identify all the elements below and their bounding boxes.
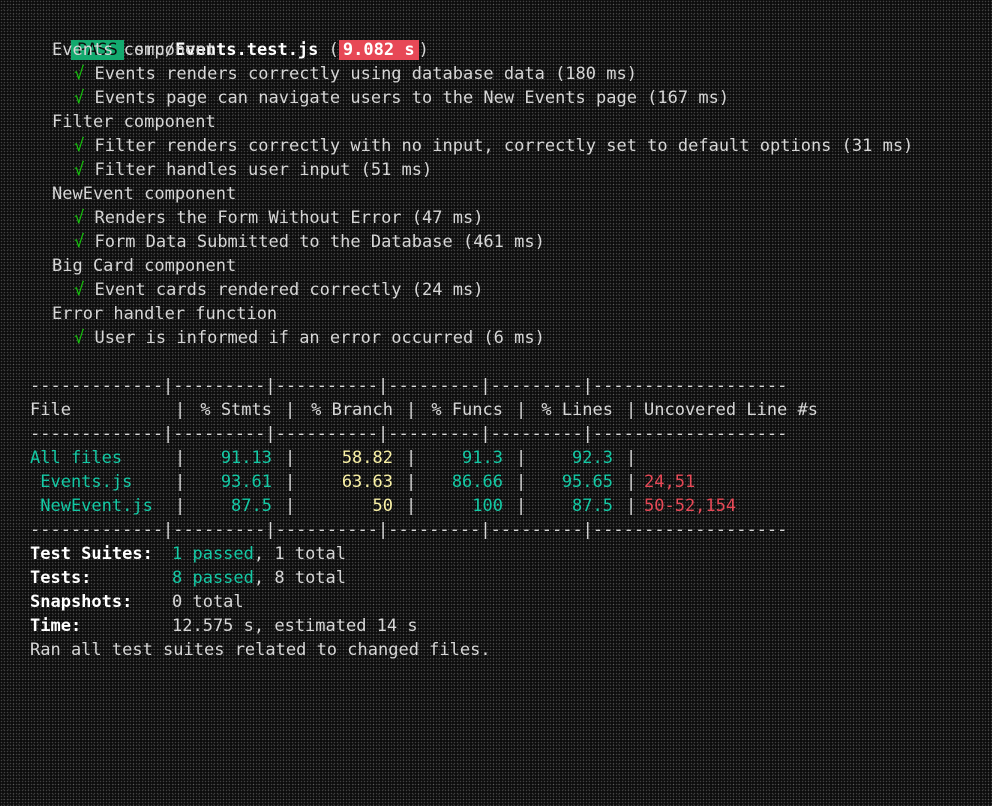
coverage-funcs: 86.66 — [451, 472, 503, 492]
coverage-stmts: 93.61 — [220, 472, 272, 492]
test-result: √ Filter renders correctly with no input… — [74, 134, 913, 158]
coverage-header-row: File | % Stmts | % Branch | % Funcs | % … — [30, 398, 860, 422]
test-result: √ Form Data Submitted to the Database (4… — [74, 230, 545, 254]
summary-time-value: 12.575 s, estimated 14 s — [172, 616, 418, 636]
test-result: √ Events renders correctly using databas… — [74, 62, 637, 86]
coverage-uncovered: 24,51 — [644, 472, 696, 492]
coverage-funcs: 100 — [472, 496, 503, 516]
test-file-header: PASS src/Events.test.js (9.082 s) — [30, 14, 429, 60]
test-result: √ Events page can navigate users to the … — [74, 86, 729, 110]
check-icon: √ — [74, 280, 85, 300]
summary-snapshots-value: 0 total — [172, 592, 244, 612]
check-icon: √ — [74, 160, 85, 180]
test-result: √ User is informed if an error occurred … — [74, 326, 545, 350]
test-description: Form Data Submitted to the Database (461… — [94, 232, 545, 252]
coverage-header-stmts: % Stmts — [200, 400, 272, 420]
coverage-pipe: | — [626, 400, 637, 420]
terminal-window: PASS src/Events.test.js (9.082 s) Events… — [0, 0, 992, 676]
suite-name: Filter component — [52, 112, 216, 132]
test-description: Renders the Form Without Error (47 ms) — [94, 208, 484, 228]
coverage-branch: 63.63 — [341, 472, 393, 492]
coverage-separator: -------------|---------|----------|-----… — [30, 520, 788, 540]
check-icon: √ — [74, 208, 85, 228]
coverage-stmts: 91.13 — [220, 448, 272, 468]
summary-suites-label: Test Suites: — [30, 544, 153, 564]
suite-name: Events component — [52, 40, 216, 60]
test-description: Event cards rendered correctly (24 ms) — [94, 280, 484, 300]
coverage-file: NewEvent.js — [30, 496, 153, 516]
coverage-funcs: 91.3 — [462, 448, 503, 468]
check-icon: √ — [74, 136, 85, 156]
summary-tests-total: , 8 total — [253, 568, 347, 588]
coverage-lines: 95.65 — [561, 472, 613, 492]
coverage-branch: 58.82 — [341, 448, 393, 468]
coverage-pipe: | — [626, 472, 637, 492]
suite-name: NewEvent component — [52, 184, 237, 204]
summary-tests-value: 8 passed, 8 total — [172, 566, 346, 590]
test-description: User is informed if an error occurred (6… — [94, 328, 545, 348]
summary-tests: Tests: 8 passed, 8 total — [30, 566, 930, 590]
coverage-pipe: | — [626, 448, 637, 468]
summary-tests-label: Tests: — [30, 568, 92, 588]
coverage-lines: 92.3 — [572, 448, 613, 468]
coverage-header-file: File — [30, 400, 71, 420]
coverage-row: All files | 91.13 | 58.82 | 91.3 | 92.3 … — [30, 446, 860, 470]
duration-badge: 9.082 s — [338, 40, 419, 60]
coverage-stmts: 87.5 — [231, 496, 272, 516]
coverage-row: NewEvent.js | 87.5 | 50 | 100 | 87.5 | 5… — [30, 494, 860, 518]
coverage-branch: 50 — [372, 496, 393, 516]
summary-snapshots-label: Snapshots: — [30, 592, 133, 612]
coverage-lines: 87.5 — [572, 496, 613, 516]
coverage-file: All files — [30, 448, 123, 468]
coverage-header-uncovered: Uncovered Line #s — [644, 400, 818, 420]
coverage-header-branch: % Branch — [311, 400, 393, 420]
duration-close-paren: ) — [418, 40, 429, 60]
duration-open-paren: ( — [328, 40, 339, 60]
test-description: Events page can navigate users to the Ne… — [94, 88, 730, 108]
suite-name: Big Card component — [52, 256, 237, 276]
test-description: Events renders correctly using database … — [94, 64, 637, 84]
summary-snapshots: Snapshots: 0 total — [30, 590, 930, 614]
summary-time: Time: 12.575 s, estimated 14 s — [30, 614, 930, 638]
check-icon: √ — [74, 232, 85, 252]
summary-suites-total: , 1 total — [253, 544, 347, 564]
test-result: √ Event cards rendered correctly (24 ms) — [74, 278, 483, 302]
coverage-file: Events.js — [30, 472, 133, 492]
coverage-row: Events.js | 93.61 | 63.63 | 86.66 | 95.6… — [30, 470, 860, 494]
test-description: Filter renders correctly with no input, … — [94, 136, 914, 156]
coverage-uncovered: 50-52,154 — [644, 496, 737, 516]
coverage-uncovered — [644, 446, 854, 470]
summary-tests-passed: 8 passed — [172, 568, 254, 588]
summary-suites-passed: 1 passed — [172, 544, 254, 564]
coverage-separator: -------------|---------|----------|-----… — [30, 376, 788, 396]
summary-footer: Ran all test suites related to changed f… — [30, 640, 491, 660]
check-icon: √ — [74, 64, 85, 84]
coverage-pipe: | — [626, 496, 637, 516]
suite-name: Error handler function — [52, 304, 278, 324]
check-icon: √ — [74, 328, 85, 348]
test-result: √ Filter handles user input (51 ms) — [74, 158, 432, 182]
coverage-separator: -------------|---------|----------|-----… — [30, 424, 788, 444]
summary-suites-value: 1 passed, 1 total — [172, 542, 346, 566]
coverage-header-funcs: % Funcs — [431, 400, 503, 420]
coverage-header-lines: % Lines — [541, 400, 613, 420]
test-description: Filter handles user input (51 ms) — [94, 160, 433, 180]
summary-suites: Test Suites: 1 passed, 1 total — [30, 542, 930, 566]
test-result: √ Renders the Form Without Error (47 ms) — [74, 206, 483, 230]
check-icon: √ — [74, 88, 85, 108]
summary-time-label: Time: — [30, 616, 82, 636]
